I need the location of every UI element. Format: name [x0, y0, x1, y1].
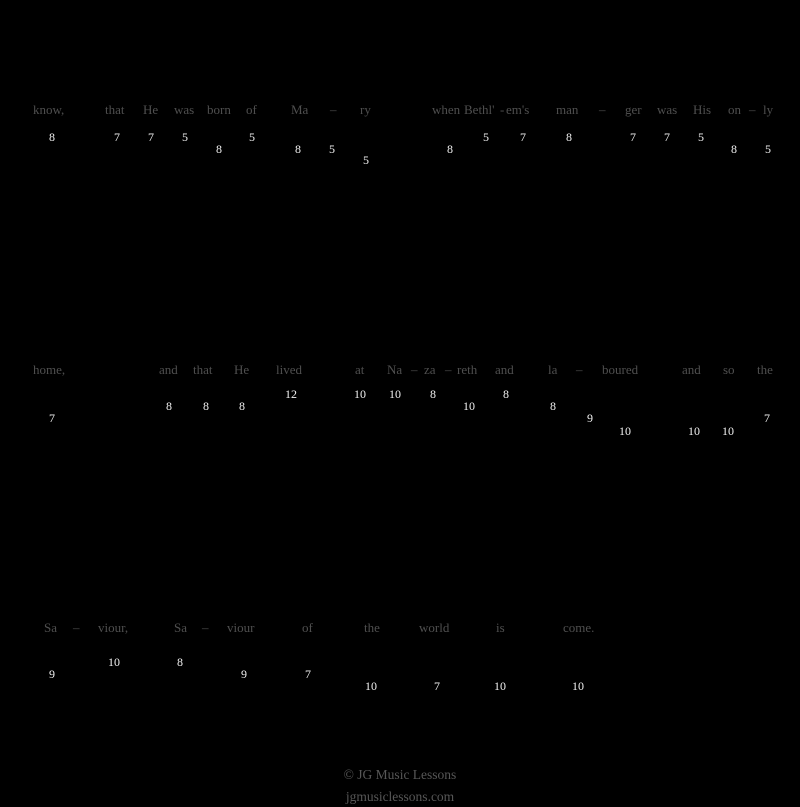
fingering-number: 5 [182, 130, 188, 144]
fingering-number: 8 [216, 142, 222, 156]
lyric-syllable: was [657, 102, 678, 117]
fingering-number: 10 [688, 424, 700, 438]
lyric-syllable: za [424, 362, 436, 377]
lyric-syllable: em's [506, 102, 530, 117]
fingering-number: 10 [619, 424, 631, 438]
fingering-number: 8 [49, 130, 55, 144]
lyric-syllable: born [207, 102, 231, 117]
fingering-number: 8 [177, 655, 183, 669]
lyric-syllable: that [105, 102, 125, 117]
footer-website: jgmusiclessons.com [345, 789, 455, 804]
lyric-syllable: – [576, 362, 583, 377]
fingering-number: 7 [49, 411, 55, 425]
fingering-number: 8 [503, 387, 509, 401]
fingering-number: 10 [365, 679, 377, 693]
fingering-number: 7 [148, 130, 154, 144]
fingering-number: 12 [285, 387, 297, 401]
lyric-syllable: ger [625, 102, 642, 117]
fingering-number: 8 [731, 142, 737, 156]
lyric-syllable: ry [360, 102, 371, 117]
lyric-syllable: the [364, 620, 380, 635]
fingering-number: 8 [566, 130, 572, 144]
lyric-syllable: – [445, 362, 452, 377]
lyric-syllable: Ma [291, 102, 309, 117]
fingering-number: 7 [630, 130, 636, 144]
lyric-syllable: boured [602, 362, 639, 377]
fingering-number: 7 [764, 411, 770, 425]
lyric-syllable: He [234, 362, 250, 377]
fingering-number: 8 [166, 399, 172, 413]
lyric-syllable: come. [563, 620, 595, 635]
fingering-number: 5 [329, 142, 335, 156]
fingering-number: 9 [241, 667, 247, 681]
lyric-syllable: He [143, 102, 159, 117]
lyric-syllable: world [419, 620, 450, 635]
lyric-syllable: – [330, 102, 337, 117]
lyric-syllable: viour [227, 620, 255, 635]
fingering-number: 10 [722, 424, 734, 438]
lyric-syllable: reth [457, 362, 478, 377]
lyric-syllable: of [246, 102, 257, 117]
lyric-syllable: and [495, 362, 514, 377]
sheet-music-page: know, that He was born of Ma – ry when Bethl' - em's… [0, 0, 800, 806]
lyric-syllable: la [548, 362, 558, 377]
fingering-number: 9 [49, 667, 55, 681]
lyric-syllable: – [749, 102, 756, 117]
fingering-number: 8 [203, 399, 209, 413]
lyric-syllable: of [302, 620, 313, 635]
lyric-syllable: home, [33, 362, 66, 377]
footer-copyright: © JG Music Lessons [343, 767, 457, 782]
fingering-number: 10 [463, 399, 475, 413]
lyric-syllable: His [693, 102, 712, 117]
fingering-number: 7 [434, 679, 440, 693]
fingering-number: 8 [447, 142, 453, 156]
fingering-number: 7 [114, 130, 120, 144]
lyric-syllable: Bethl' [464, 102, 495, 117]
lyric-syllable: man [556, 102, 579, 117]
lyric-syllable: – [599, 102, 606, 117]
fingering-number: 7 [664, 130, 670, 144]
lyric-syllable: is [496, 620, 505, 635]
fingering-number: 10 [354, 387, 366, 401]
lyric-syllable: and [682, 362, 701, 377]
lyric-syllable: Na [387, 362, 403, 377]
fingering-number: 8 [550, 399, 556, 413]
fingering-number: 10 [494, 679, 506, 693]
fingering-number: 7 [305, 667, 311, 681]
fingering-number: 5 [363, 153, 369, 167]
lyric-syllable: was [174, 102, 195, 117]
lyric-syllable: when [432, 102, 461, 117]
fingering-number: 10 [108, 655, 120, 669]
lyric-syllable: lived [276, 362, 302, 377]
lyric-syllable: so [723, 362, 735, 377]
fingering-number: 8 [295, 142, 301, 156]
lyric-syllable: that [193, 362, 213, 377]
fingering-number: 7 [520, 130, 526, 144]
lyric-syllable: - [500, 102, 505, 117]
fingering-number: 10 [389, 387, 401, 401]
fingering-number: 5 [765, 142, 771, 156]
lyric-syllable: – [411, 362, 418, 377]
fingering-number: 9 [587, 411, 593, 425]
fingering-number: 8 [239, 399, 245, 413]
fingering-number: 5 [698, 130, 704, 144]
lyric-syllable: at [355, 362, 365, 377]
lyric-syllable: and [159, 362, 178, 377]
lyric-syllable: on [728, 102, 741, 117]
fingering-number: 8 [430, 387, 436, 401]
lyric-syllable: know, [33, 102, 65, 117]
lyric-syllable: viour, [98, 620, 129, 635]
lyric-syllable: – [202, 620, 209, 635]
lyric-syllable: the [757, 362, 773, 377]
lyric-syllable: Sa [174, 620, 187, 635]
fingering-number: 5 [249, 130, 255, 144]
fingering-number: 10 [572, 679, 584, 693]
lyric-syllable: – [73, 620, 80, 635]
lyric-syllable: Sa [44, 620, 57, 635]
fingering-number: 5 [483, 130, 489, 144]
lyric-syllable: ly [763, 102, 774, 117]
